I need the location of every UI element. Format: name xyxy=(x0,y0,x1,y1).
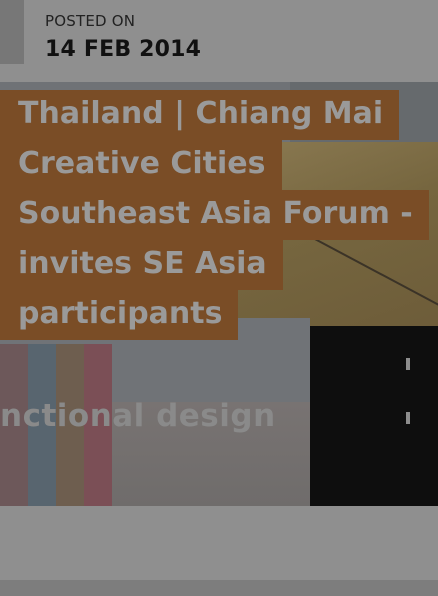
image-caption: nctional design xyxy=(0,398,276,434)
posted-date: 14 FEB 2014 xyxy=(45,37,202,62)
post-title-line[interactable]: Southeast Asia Forum - xyxy=(0,190,429,240)
image-dark-panel xyxy=(310,326,438,506)
date-tab xyxy=(0,0,24,64)
posted-on-label: POSTED ON xyxy=(45,12,136,30)
post-title-line[interactable]: participants xyxy=(0,290,239,340)
post-title-line[interactable]: invites SE Asia xyxy=(0,240,283,290)
post-title-line[interactable]: Thailand | Chiang Mai xyxy=(0,90,400,140)
image-mark xyxy=(406,412,410,424)
divider xyxy=(0,580,438,596)
post-title-line[interactable]: Creative Cities xyxy=(0,140,282,190)
image-mark xyxy=(406,358,410,370)
card-footer xyxy=(0,506,438,586)
post-title[interactable]: Thailand | Chiang Mai Creative Cities So… xyxy=(0,90,438,340)
